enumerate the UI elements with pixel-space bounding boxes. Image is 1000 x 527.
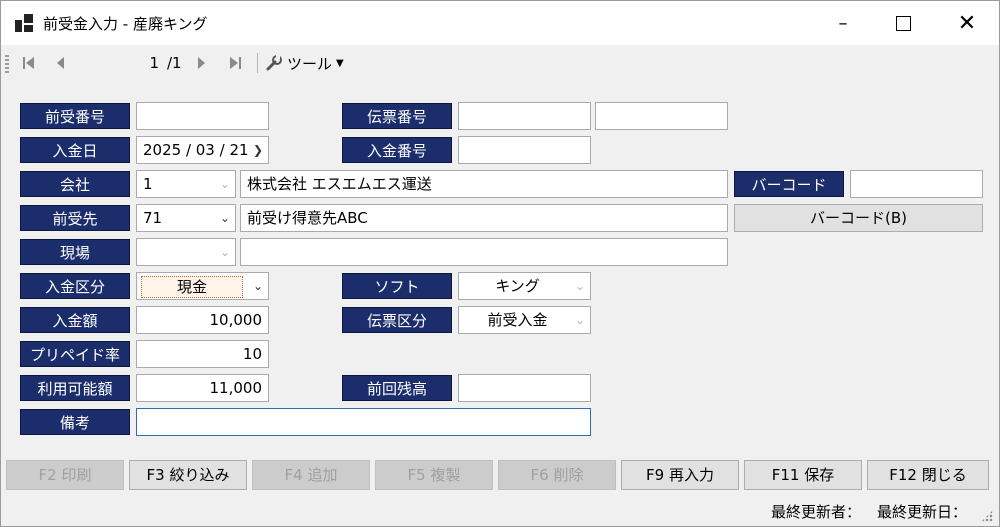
next-record-icon <box>198 57 205 69</box>
minimize-button[interactable]: – <box>813 1 873 45</box>
site-name-field <box>240 238 728 266</box>
label-barcode: バーコード <box>734 171 844 197</box>
nyukin-date-picker[interactable]: 2025 / 03 / 21 ❯ <box>136 136 269 164</box>
f5-duplicate-button[interactable]: F5 複製 <box>375 460 493 490</box>
customer-code-combo[interactable]: 71 ⌄ <box>136 204 236 232</box>
f6-delete-button[interactable]: F6 削除 <box>498 460 616 490</box>
barcode-input[interactable] <box>850 170 983 198</box>
f2-print-button[interactable]: F2 印刷 <box>6 460 124 490</box>
prepaid-rate-input[interactable]: 10 <box>136 340 269 368</box>
barcode-button[interactable]: バーコード(B) <box>734 204 983 232</box>
chevron-down-icon: ⌄ <box>219 211 230 225</box>
label-available: 利用可能額 <box>20 375 130 401</box>
label-prepaid-rate: プリペイド率 <box>20 341 130 367</box>
chevron-down-icon: ⌄ <box>219 245 230 259</box>
label-soft: ソフト <box>342 273 452 299</box>
prev-balance-field <box>458 374 591 402</box>
maximize-icon <box>895 15 911 31</box>
next-record-button[interactable] <box>191 53 211 73</box>
first-record-button[interactable] <box>19 53 39 73</box>
chevron-down-icon: ⌄ <box>219 177 230 191</box>
record-total: /1 <box>167 54 182 72</box>
company-code-value: 1 <box>143 175 153 193</box>
main-window: 前受金入力 - 産廃キング – ✕ 1 /1 ツール ▼ 前受番号 伝票番号 入… <box>0 0 1000 527</box>
soft-select[interactable]: キング ⌄ <box>458 272 591 300</box>
nyukin-no-input[interactable] <box>458 136 591 164</box>
maeuke-no-input[interactable] <box>136 102 269 130</box>
denpyo-no-input-1[interactable] <box>458 102 591 130</box>
label-amount: 入金額 <box>20 307 130 333</box>
label-customer: 前受先 <box>20 205 130 231</box>
denpyo-kubun-value: 前受入金 <box>487 311 548 329</box>
close-icon: ✕ <box>957 10 977 36</box>
title-bar: 前受金入力 - 産廃キング – ✕ <box>1 1 999 45</box>
label-maeuke-no: 前受番号 <box>20 103 130 129</box>
chevron-down-icon: ❯ <box>252 143 263 157</box>
app-icon <box>15 14 33 32</box>
available-amount-field: 11,000 <box>136 374 269 402</box>
company-name-field: 株式会社 エスエムエス運送 <box>240 170 728 198</box>
label-denpyo-kubun: 伝票区分 <box>342 307 452 333</box>
toolbar-grip[interactable] <box>5 55 9 73</box>
label-site: 現場 <box>20 239 130 265</box>
last-record-icon <box>230 57 241 69</box>
last-updated-on: 最終更新日： <box>877 503 968 521</box>
amount-input[interactable]: 10,000 <box>136 306 269 334</box>
remarks-input[interactable] <box>136 408 591 436</box>
f3-filter-button[interactable]: F3 絞り込み <box>129 460 247 490</box>
label-company: 会社 <box>20 171 130 197</box>
label-remarks: 備考 <box>20 409 130 435</box>
prev-record-button[interactable] <box>51 53 71 73</box>
label-nyukin-kubun: 入金区分 <box>20 273 130 299</box>
f4-add-button[interactable]: F4 追加 <box>252 460 370 490</box>
first-record-icon <box>23 57 34 69</box>
status-bar: 最終更新者： 最終更新日： <box>1 495 999 526</box>
nyukin-date-value: 2025 / 03 / 21 <box>143 141 249 159</box>
close-button[interactable]: ✕ <box>937 1 997 45</box>
toolbar-separator <box>257 53 258 73</box>
wrench-icon <box>266 55 282 71</box>
record-position-input[interactable]: 1 <box>81 53 161 73</box>
minimize-icon: – <box>838 12 848 34</box>
customer-name-field: 前受け得意先ABC <box>240 204 728 232</box>
resize-grip[interactable] <box>981 510 993 522</box>
chevron-down-icon: ⌄ <box>574 313 585 327</box>
tools-menu-label: ツール <box>287 54 333 73</box>
last-updated-by: 最終更新者： <box>771 503 862 521</box>
label-nyukin-date: 入金日 <box>20 137 130 163</box>
maximize-button[interactable] <box>873 1 933 45</box>
chevron-down-icon: ⌄ <box>252 279 263 293</box>
tools-menu[interactable]: ツール ▼ <box>265 51 344 75</box>
dropdown-arrow-icon: ▼ <box>336 57 344 69</box>
chevron-down-icon: ⌄ <box>574 279 585 293</box>
site-code-combo[interactable]: ⌄ <box>136 238 236 266</box>
label-nyukin-no: 入金番号 <box>342 137 452 163</box>
denpyo-no-input-2[interactable] <box>595 102 728 130</box>
f9-reenter-button[interactable]: F9 再入力 <box>621 460 739 490</box>
last-record-button[interactable] <box>225 53 245 73</box>
nyukin-kubun-value: 現金 <box>141 276 243 298</box>
toolbar: 1 /1 ツール ▼ <box>1 45 999 81</box>
window-title: 前受金入力 - 産廃キング <box>43 15 208 33</box>
customer-code-value: 71 <box>143 209 163 227</box>
soft-value: キング <box>495 277 540 295</box>
label-prev-balance: 前回残高 <box>342 375 452 401</box>
denpyo-kubun-select[interactable]: 前受入金 ⌄ <box>458 306 591 334</box>
f11-save-button[interactable]: F11 保存 <box>744 460 862 490</box>
f12-close-button[interactable]: F12 閉じる <box>867 460 989 490</box>
company-code-combo[interactable]: 1 ⌄ <box>136 170 236 198</box>
nyukin-kubun-select[interactable]: 現金 ⌄ <box>136 272 269 300</box>
label-denpyo-no: 伝票番号 <box>342 103 452 129</box>
prev-record-icon <box>57 57 64 69</box>
